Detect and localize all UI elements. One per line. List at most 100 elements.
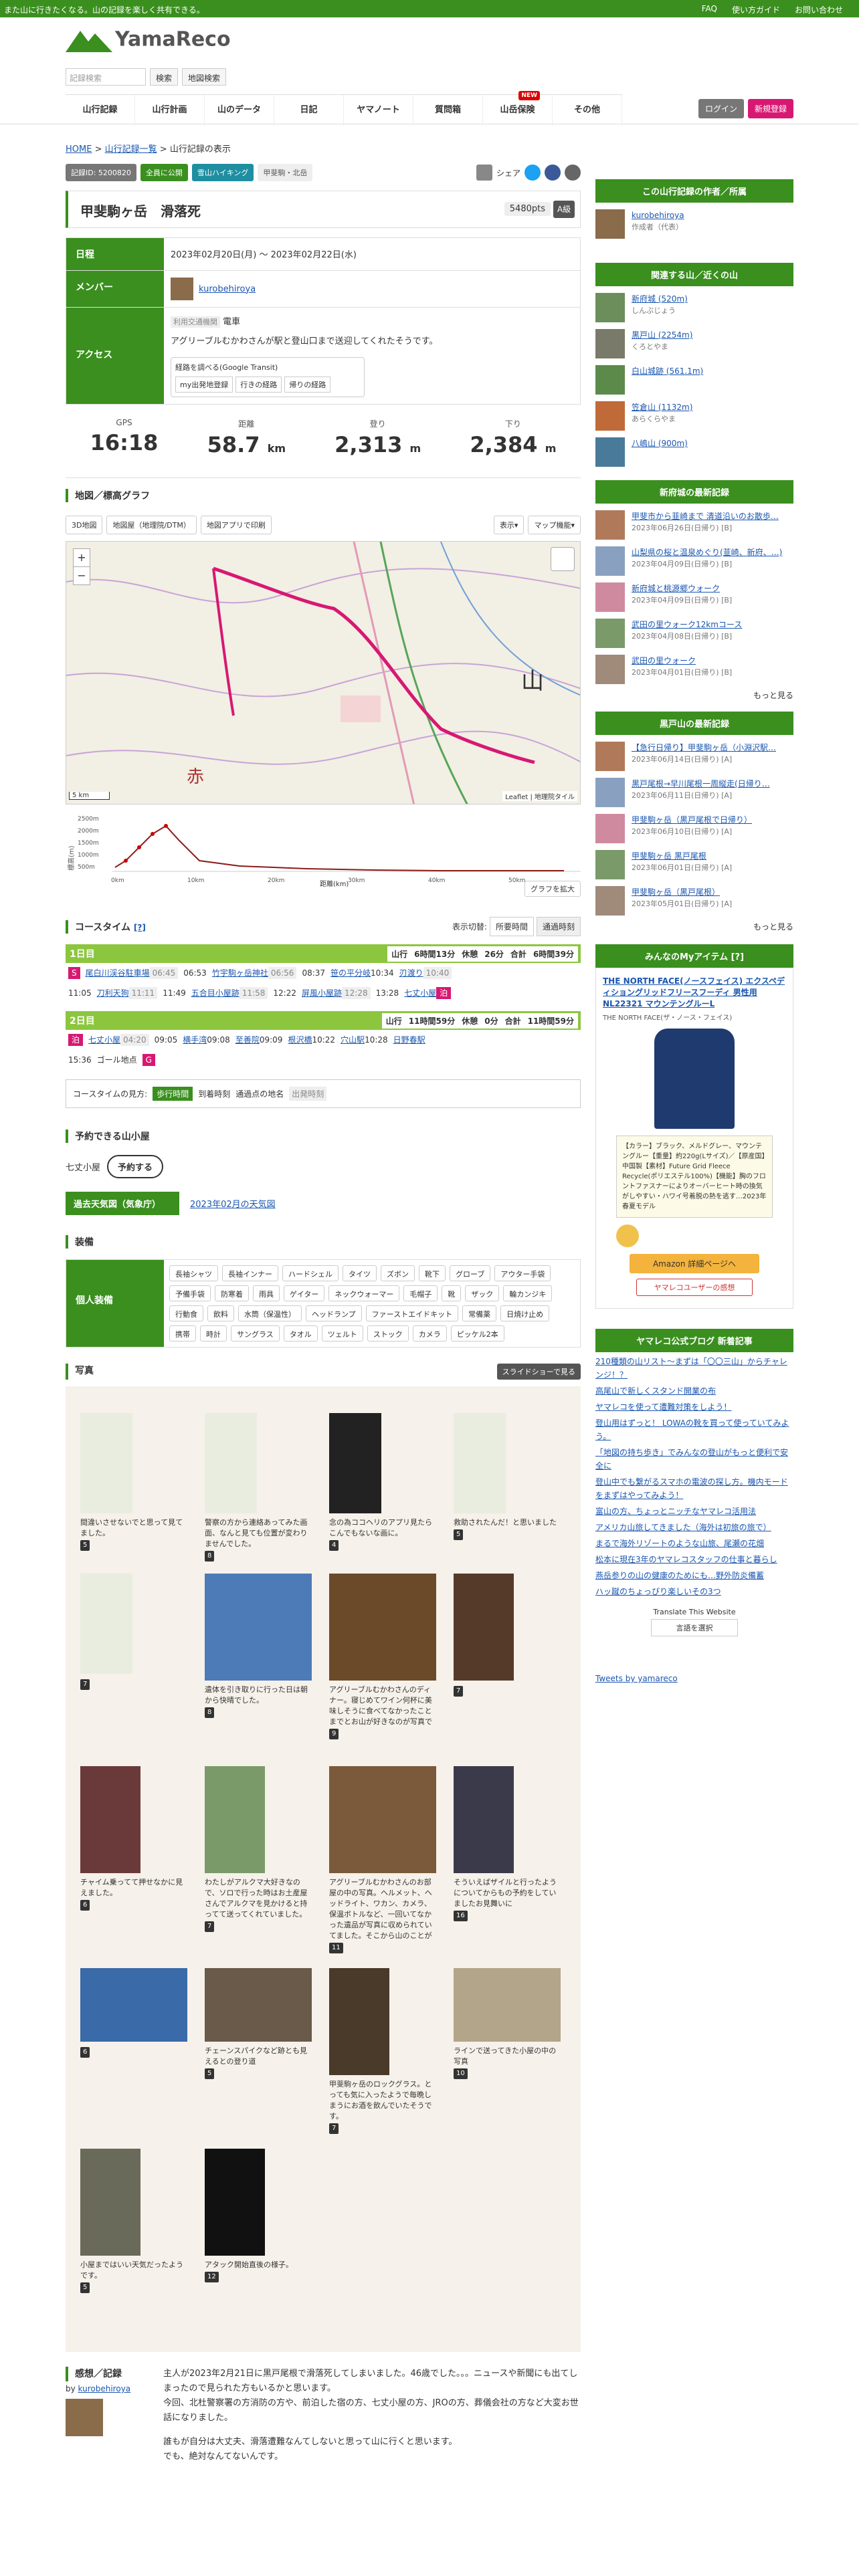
photo-image[interactable] (205, 1766, 265, 1873)
mountain-item[interactable]: 白山城跡 (561.1m) (595, 365, 793, 395)
photo-image[interactable] (80, 1413, 132, 1513)
mountain-item[interactable]: 黒戸山 (2254m) くろとやま (595, 329, 793, 358)
photo-image[interactable] (329, 1766, 436, 1873)
waypoint[interactable]: 穴山駅 (341, 1035, 365, 1045)
photo-item[interactable]: 7 (80, 1574, 187, 1690)
tab-duration[interactable]: 所要時間 (489, 917, 534, 936)
slideshow-button[interactable]: スライドショーで見る (496, 1364, 581, 1380)
blog-link[interactable]: 高尾山で新しくスタンド開業の布 (595, 1384, 793, 1398)
mountain-item[interactable]: 八嶋山 (900m) (595, 437, 793, 467)
tweets-link[interactable]: Tweets by yamareco (595, 1674, 678, 1683)
facebook-icon[interactable] (545, 165, 561, 181)
diary-author[interactable]: kurobehiroya (78, 2384, 131, 2393)
record-thumb[interactable] (595, 655, 625, 684)
like-badge[interactable]: 5 (454, 1529, 464, 1540)
review-button[interactable]: ヤマレコユーザーの感想 (636, 1279, 753, 1296)
like-badge[interactable]: 12 (205, 2272, 219, 2282)
record-link[interactable]: 新府城と桃源郷ウォーク (632, 584, 720, 593)
mountain-thumb[interactable] (595, 401, 625, 431)
waypoint[interactable]: 根沢橋 (288, 1035, 312, 1045)
mountain-thumb[interactable] (595, 329, 625, 358)
record-link[interactable]: 【急行日帰り】甲斐駒ヶ岳（小淵沢駅… (632, 743, 776, 752)
photo-image[interactable] (454, 1413, 506, 1513)
map-gsi-tab[interactable]: 地図屋（地理院/DTM） (106, 516, 197, 534)
photo-item[interactable]: チェーンスパイクなど跡とも見えるとの登り道 5 (205, 1968, 312, 2079)
print-icon[interactable] (476, 165, 492, 181)
amazon-button[interactable]: Amazon 詳細ページへ (630, 1254, 759, 1273)
photo-item[interactable]: チャイム乗ってて押せなかに見えました。 6 (80, 1766, 187, 1911)
waypoint[interactable]: 至善院 (235, 1035, 260, 1045)
record-item[interactable]: 武田の里ウォーク12kmコース 2023年04月08日(日帰り) [B] (595, 619, 793, 648)
login-button[interactable]: ログイン (698, 99, 744, 118)
photo-item[interactable]: アグリーブルむかわさんのディナー。寝じめてワイン何杯に美味しそうに食べてなかった… (329, 1574, 436, 1739)
record-thumb[interactable] (595, 778, 625, 807)
nav-mountain-data[interactable]: 山のデータ (205, 95, 274, 126)
photo-item[interactable]: わたしがアルクマ大好きなので、ソロで行った時はお土産屋さんでアルクマを見かけると… (205, 1766, 312, 1932)
search-button[interactable]: 検索 (150, 68, 179, 86)
record-thumb[interactable] (595, 546, 625, 576)
zoom-out-button[interactable]: − (74, 566, 90, 584)
photo-item[interactable]: 7 (454, 1574, 561, 1697)
record-item[interactable]: 山梨県の桜と温泉めぐり(韮崎、新府、…) 2023年04月09日(日帰り) [B] (595, 546, 793, 576)
like-badge[interactable]: 5 (80, 2282, 90, 2293)
mountain-item[interactable]: 笠倉山 (1132m) あらくらやま (595, 401, 793, 431)
expand-graph-button[interactable]: グラフを拡大 (524, 881, 581, 897)
photo-image[interactable] (205, 2149, 265, 2256)
member-link[interactable]: kurobehiroya (199, 284, 256, 294)
item-image[interactable] (654, 1029, 735, 1129)
record-thumb[interactable] (595, 619, 625, 648)
photo-image[interactable] (454, 1574, 514, 1681)
waypoint[interactable]: 刀利天狗 (97, 988, 129, 998)
photo-image[interactable] (205, 1413, 257, 1513)
photo-item[interactable]: アグリーブルむかわさんのお部屋の中の写真。ヘルメット、ヘッドライト、ワカン、カメ… (329, 1766, 436, 1953)
faq-link[interactable]: FAQ (702, 4, 717, 15)
author-avatar[interactable] (66, 2399, 103, 2436)
zoom-in-button[interactable]: + (74, 549, 90, 566)
photo-image[interactable] (80, 2149, 140, 2256)
photo-item[interactable]: 遺体を引き取りに行った日は朝から快晴でした。 8 (205, 1574, 312, 1718)
photo-image[interactable] (454, 1968, 561, 2042)
logo[interactable]: YamaReco (66, 27, 231, 53)
like-badge[interactable]: 5 (80, 1540, 90, 1551)
like-badge[interactable]: 9 (329, 1729, 339, 1739)
type-badge[interactable]: 雪山ハイキング (191, 164, 254, 181)
like-badge[interactable]: 7 (80, 1679, 90, 1690)
photo-item[interactable]: 間違いさせないでと思って見てました。 5 (80, 1413, 187, 1551)
photo-item[interactable]: 小屋まではいい天気だったようです。 5 (80, 2149, 187, 2293)
search-input[interactable]: 記録検索 (66, 68, 146, 86)
blog-link[interactable]: ヤマレコを使って遭難対策をしよう！ (595, 1400, 793, 1414)
record-thumb[interactable] (595, 510, 625, 540)
photo-image[interactable] (205, 1574, 312, 1681)
waypoint[interactable]: 竹宇駒ヶ岳神社 (212, 968, 268, 978)
record-link[interactable]: 武田の里ウォーク12kmコース (632, 620, 742, 629)
route-map[interactable]: 山 赤 + − 5 km Leaflet | 地理院タイル (66, 541, 581, 804)
crumb-records[interactable]: 山行記録一覧 (105, 144, 157, 154)
record-thumb[interactable] (595, 886, 625, 916)
coursetime-help-link[interactable]: [?] (134, 923, 146, 932)
blog-link[interactable]: 松本に現在3年のヤマレコスタッフの仕事と暮らし (595, 1553, 793, 1566)
nav-insurance[interactable]: 山岳保険 NEW (483, 91, 553, 126)
waypoint[interactable]: 屏風小屋跡 (302, 988, 342, 998)
item-link[interactable]: THE NORTH FACE(ノースフェイス) エクスペディショングリッドフリー… (603, 976, 785, 1008)
nav-others[interactable]: その他 (553, 95, 622, 126)
photo-item[interactable]: 警察の方から連絡あってみた画面、なんと見ても位置が変わりませんでした。 8 (205, 1413, 312, 1562)
blog-link[interactable]: 登山中でも繋がるスマホの電波の探し方。機内モードをまずはやってみよう！ (595, 1475, 793, 1502)
transit-go-button[interactable]: 行きの経路 (235, 377, 282, 393)
photo-item[interactable]: ラインで送ってきた小屋の中の写真 10 (454, 1968, 561, 2079)
waypoint[interactable]: 横手湾 (183, 1035, 207, 1045)
layers-icon[interactable] (551, 547, 575, 571)
record-thumb[interactable] (595, 742, 625, 771)
mountain-link[interactable]: 笠倉山 (1132m) (632, 403, 692, 412)
map-display-dropdown[interactable]: 表示▾ (493, 516, 524, 534)
mountain-link[interactable]: 白山城跡 (561.1m) (632, 366, 703, 376)
language-select[interactable]: 言語を選択 (651, 1619, 738, 1636)
contact-link[interactable]: お問い合わせ (795, 4, 843, 15)
record-item[interactable]: 甲斐駒ヶ岳（黒戸尾根で日帰り） 2023年06月10日(日帰り) [A] (595, 814, 793, 843)
record-link[interactable]: 黒戸尾根→早川尾根一周縦走(日帰り… (632, 779, 770, 788)
like-badge[interactable]: 7 (329, 2123, 339, 2134)
waypoint[interactable]: 七丈小屋 (88, 1035, 120, 1045)
blog-link[interactable]: ハッ蹴のちょっぴり楽しいその3つ (595, 1585, 793, 1598)
recent2-more[interactable]: もっと見る (595, 921, 793, 932)
mountain-thumb[interactable] (595, 293, 625, 322)
record-thumb[interactable] (595, 850, 625, 879)
